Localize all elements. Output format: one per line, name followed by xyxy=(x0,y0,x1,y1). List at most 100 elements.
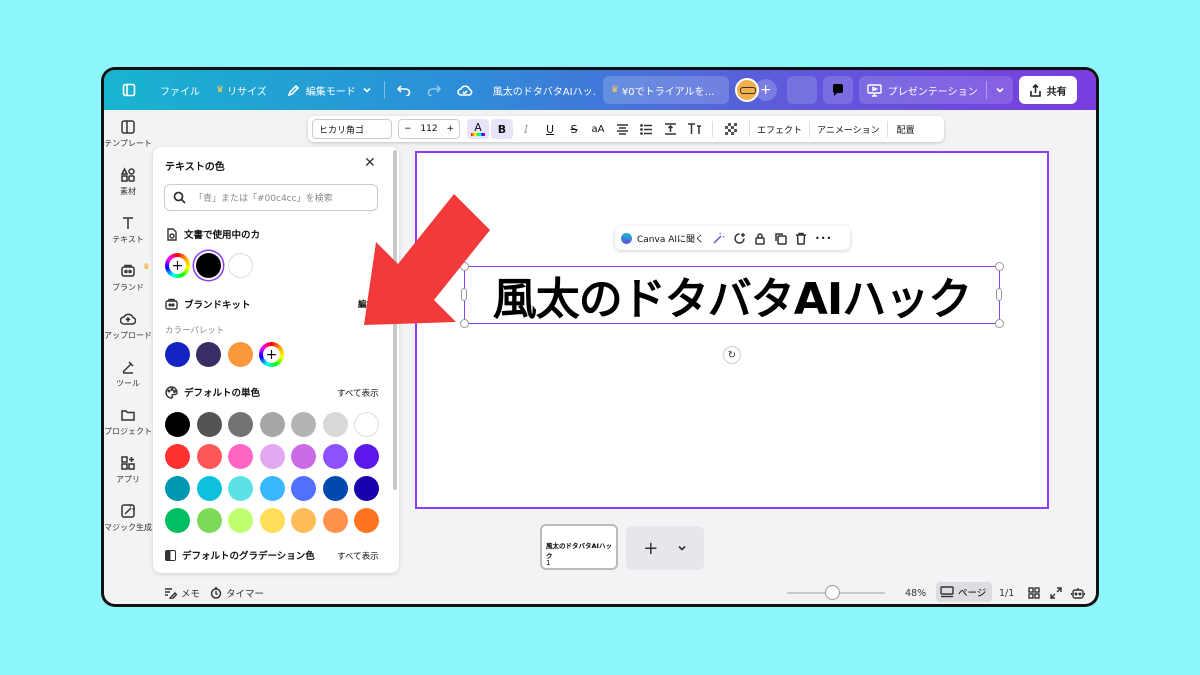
fullscreen-icon[interactable] xyxy=(1050,587,1062,599)
file-menu[interactable]: ファイル xyxy=(152,76,208,104)
sidebar-item-templates[interactable]: テンプレート xyxy=(104,110,152,158)
chevron-down-icon[interactable] xyxy=(995,85,1005,95)
comments-button[interactable] xyxy=(822,76,853,104)
default-color-swatch[interactable] xyxy=(196,444,222,469)
brand-color-swatch[interactable] xyxy=(228,342,253,367)
ask-canva-ai-button[interactable]: Canva AIに聞く xyxy=(637,232,704,245)
comment-add-button[interactable] xyxy=(733,232,746,245)
default-color-swatch[interactable] xyxy=(259,412,285,437)
default-color-swatch[interactable] xyxy=(322,476,348,501)
default-color-swatch[interactable] xyxy=(196,476,222,501)
sidebar-item-elements[interactable]: 素材 xyxy=(104,158,152,206)
duplicate-button[interactable] xyxy=(774,232,787,245)
default-color-swatch[interactable] xyxy=(228,412,253,437)
pages-view-button[interactable]: ページ xyxy=(936,582,992,602)
default-color-swatch[interactable] xyxy=(291,476,316,501)
page-thumbnail[interactable]: 風太のドタバタAIハック 1 xyxy=(540,524,618,570)
magic-edit-button[interactable] xyxy=(712,232,725,245)
default-color-swatch[interactable] xyxy=(228,476,253,501)
more-options-button[interactable]: ••• xyxy=(815,234,832,243)
share-button[interactable]: 共有 xyxy=(1018,76,1077,104)
default-color-swatch[interactable] xyxy=(291,412,316,437)
sidebar-item-tools[interactable]: ツール xyxy=(104,350,152,398)
add-page-button[interactable]: + xyxy=(626,526,704,570)
zoom-slider-handle[interactable] xyxy=(825,585,840,600)
default-color-swatch[interactable] xyxy=(259,444,285,469)
increase-size-button[interactable]: + xyxy=(446,124,454,134)
doc-color-swatch-black[interactable] xyxy=(196,253,221,278)
default-color-swatch[interactable] xyxy=(291,508,316,533)
show-all-gradient-link[interactable]: すべて表示 xyxy=(337,550,379,562)
default-color-swatch[interactable] xyxy=(165,476,190,501)
rotate-handle[interactable]: ↻ xyxy=(723,346,741,364)
default-color-swatch[interactable] xyxy=(165,508,190,533)
resize-handle-top-right[interactable] xyxy=(995,262,1004,271)
decrease-size-button[interactable]: − xyxy=(404,124,412,134)
sidebar-toggle-button[interactable] xyxy=(114,76,144,104)
position-button[interactable]: 配置 xyxy=(895,119,917,139)
default-color-swatch[interactable] xyxy=(259,508,285,533)
timer-button[interactable]: タイマー xyxy=(210,586,264,600)
close-icon[interactable]: ✕ xyxy=(364,155,376,171)
font-size-value[interactable]: 112 xyxy=(420,124,437,134)
list-button[interactable] xyxy=(635,119,657,139)
default-color-swatch[interactable] xyxy=(196,508,222,533)
font-family-select[interactable]: ヒカリ角ゴ xyxy=(312,119,392,139)
delete-button[interactable] xyxy=(795,232,807,245)
brand-color-swatch[interactable] xyxy=(196,342,221,367)
free-trial-button[interactable]: ♛ ¥0でトライアルを… xyxy=(602,76,729,104)
default-color-swatch[interactable] xyxy=(322,508,348,533)
save-status-button[interactable] xyxy=(449,76,481,104)
italic-button[interactable]: I xyxy=(515,119,537,139)
redo-button[interactable] xyxy=(419,76,449,104)
spacing-button[interactable] xyxy=(659,119,681,139)
default-color-swatch[interactable] xyxy=(165,444,190,469)
default-color-swatch[interactable] xyxy=(196,412,222,437)
default-color-swatch[interactable] xyxy=(354,412,379,437)
default-color-swatch[interactable] xyxy=(354,476,379,501)
color-search-input[interactable]: 「青」または「#00c4cc」を検索 xyxy=(164,184,378,211)
bold-button[interactable]: B xyxy=(491,119,513,139)
sidebar-item-projects[interactable]: プロジェクト xyxy=(104,398,152,446)
grid-view-icon[interactable] xyxy=(1028,587,1040,599)
transparency-button[interactable] xyxy=(720,119,742,139)
add-brand-color-button[interactable]: + xyxy=(259,342,284,367)
lock-button[interactable] xyxy=(754,232,766,245)
align-button[interactable] xyxy=(611,119,633,139)
resize-handle-bottom-right[interactable] xyxy=(995,319,1004,328)
chevron-down-icon[interactable] xyxy=(677,543,687,553)
strikethrough-button[interactable]: S xyxy=(563,119,585,139)
present-button[interactable]: プレゼンテーション xyxy=(858,76,1013,104)
default-color-swatch[interactable] xyxy=(228,508,253,533)
default-color-swatch[interactable] xyxy=(322,444,348,469)
design-canvas[interactable] xyxy=(415,151,1049,509)
sidebar-item-apps[interactable]: アプリ xyxy=(104,446,152,494)
text-color-button[interactable]: A xyxy=(467,119,489,139)
letter-case-button[interactable]: aA xyxy=(587,119,609,139)
sidebar-item-magic[interactable]: マジック生成 xyxy=(104,494,152,542)
resize-handle-right[interactable] xyxy=(996,288,1002,301)
page-count[interactable]: 1/1 xyxy=(999,588,1014,599)
default-color-swatch[interactable] xyxy=(354,444,379,469)
add-color-button[interactable]: + xyxy=(165,253,190,278)
default-color-swatch[interactable] xyxy=(165,412,190,437)
show-all-solid-link[interactable]: すべて表示 xyxy=(337,387,379,399)
default-color-swatch[interactable] xyxy=(354,508,379,533)
help-bot-icon[interactable] xyxy=(1071,587,1085,600)
document-title[interactable]: 風太のドタバタAIハッ… xyxy=(485,76,597,104)
undo-button[interactable] xyxy=(389,76,419,104)
sidebar-item-text[interactable]: テキスト xyxy=(104,206,152,254)
brand-color-swatch[interactable] xyxy=(165,342,190,367)
resize-button[interactable]: ♛ リサイズ xyxy=(208,76,275,104)
zoom-percent[interactable]: 48% xyxy=(905,588,926,599)
font-size-stepper[interactable]: − 112 + xyxy=(398,119,460,139)
sidebar-item-brand[interactable]: ♛ ブランド xyxy=(104,254,152,302)
underline-button[interactable]: U xyxy=(539,119,561,139)
user-avatar[interactable] xyxy=(734,78,759,102)
insights-button[interactable] xyxy=(786,76,817,104)
animation-button[interactable]: アニメーション xyxy=(817,119,880,139)
default-color-swatch[interactable] xyxy=(259,476,285,501)
notes-button[interactable]: メモ xyxy=(164,586,200,600)
main-heading-text[interactable]: 風太のドタバタAIハック xyxy=(464,266,1000,325)
default-color-swatch[interactable] xyxy=(322,412,348,437)
